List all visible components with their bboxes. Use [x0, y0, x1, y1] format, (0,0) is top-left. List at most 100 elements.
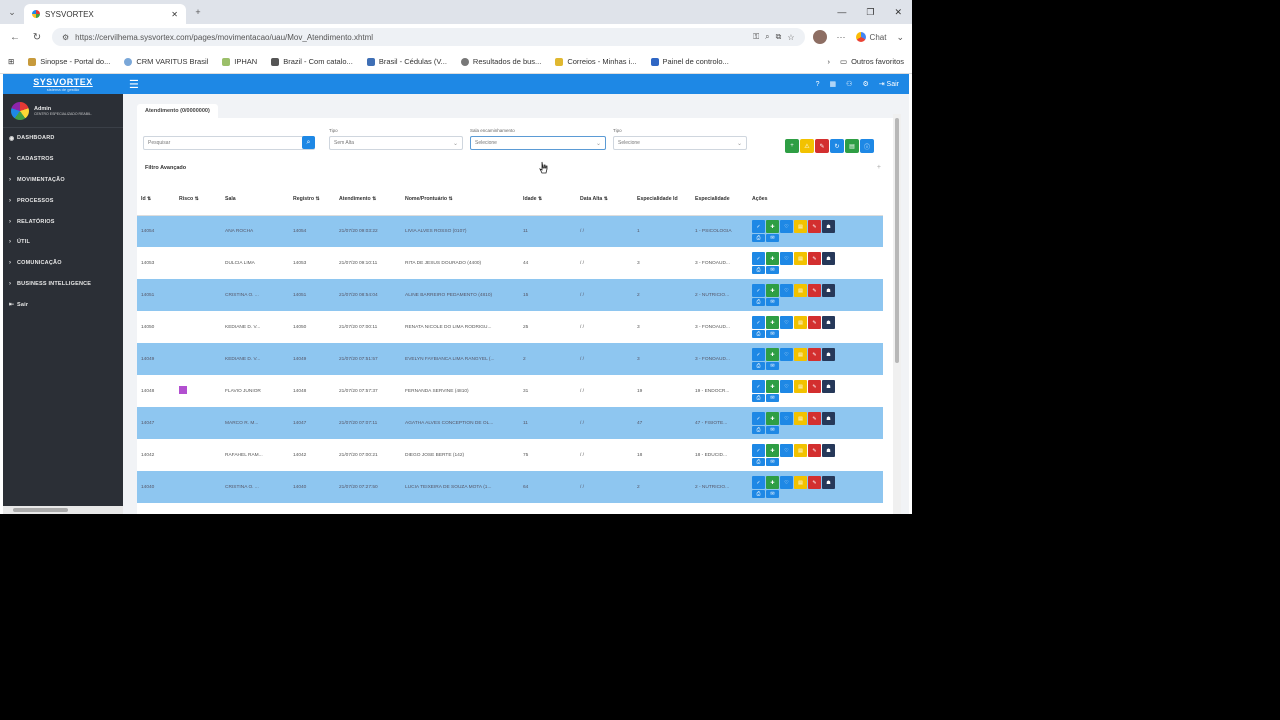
select-action-icon[interactable]: ✓	[752, 380, 765, 393]
column-header[interactable]: Id ⇅	[137, 183, 175, 216]
bookmark-item[interactable]: IPHAN	[222, 57, 257, 66]
select-action-icon[interactable]: ✓	[752, 412, 765, 425]
message-action-icon[interactable]: ✉	[766, 394, 779, 402]
sidebar-item-8[interactable]: ⇤ Sair	[3, 294, 123, 315]
user-action-icon[interactable]: ☗	[822, 284, 835, 297]
sidebar-item-2[interactable]: › MOVIMENTAÇÃO	[3, 170, 123, 191]
select-action-icon[interactable]: ✓	[752, 252, 765, 265]
page-tab[interactable]: Atendimento (0/0000000)	[137, 104, 218, 118]
chat-button[interactable]: Chat	[855, 32, 886, 42]
print-action-icon[interactable]: ⎙	[752, 234, 765, 243]
users-icon[interactable]: ⚇	[846, 80, 852, 88]
other-bookmarks[interactable]: ▭ Outros favoritos	[840, 57, 904, 66]
edit-action-icon[interactable]: ✎	[808, 348, 821, 361]
sidebar-item-6[interactable]: › COMUNICAÇÃO	[3, 253, 123, 274]
heart-action-icon[interactable]: ♡	[780, 284, 793, 297]
approve-action-icon[interactable]: ✚	[766, 252, 779, 265]
tab-list-icon[interactable]: ⌄	[0, 7, 24, 18]
column-header[interactable]: Risco ⇅	[175, 183, 221, 216]
table-row[interactable]: 14051 CRISTINA O. ... 14051 21/07/20 08:54:…	[137, 279, 883, 311]
user-action-icon[interactable]: ☗	[822, 476, 835, 489]
profile-avatar[interactable]	[812, 30, 827, 44]
logout-button[interactable]: ⇥ Sair	[879, 80, 899, 88]
heart-action-icon[interactable]: ♡	[780, 476, 793, 489]
print-action-icon[interactable]: ⎙	[752, 490, 765, 498]
folder-action-icon[interactable]: ▤	[794, 316, 807, 329]
heart-action-icon[interactable]: ♡	[780, 380, 793, 393]
bookmark-item[interactable]: Resultados de bus...	[460, 57, 541, 66]
search-field[interactable]: Pesquisar	[143, 136, 315, 150]
table-row[interactable]: 14050 KEDIANE D. V... 14050 21/07/20 07:00:…	[137, 311, 883, 343]
warning-button[interactable]: ⚠	[800, 139, 814, 153]
approve-action-icon[interactable]: ✚	[766, 476, 779, 489]
heart-action-icon[interactable]: ♡	[780, 316, 793, 329]
folder-action-icon[interactable]: ▤	[794, 252, 807, 265]
folder-action-icon[interactable]: ▤	[794, 348, 807, 361]
bookmark-item[interactable]: Painel de controlo...	[650, 57, 729, 66]
refresh-button[interactable]: ↻	[830, 139, 844, 153]
folder-action-icon[interactable]: ▤	[794, 444, 807, 457]
heart-action-icon[interactable]: ♡	[780, 220, 793, 234]
search-button[interactable]: ⌕	[302, 136, 315, 149]
folder-action-icon[interactable]: ▤	[794, 220, 807, 234]
scrollbar-thumb[interactable]	[895, 118, 899, 363]
add-button[interactable]: +	[785, 139, 799, 153]
print-action-icon[interactable]: ⎙	[752, 266, 765, 274]
column-header[interactable]: Idade ⇅	[519, 183, 576, 216]
search-page-icon[interactable]: ⌕	[765, 32, 769, 42]
heart-action-icon[interactable]: ♡	[780, 444, 793, 457]
table-row[interactable]: 14054 ANA ROCHA 14054 21/07/20 09:03:22 LIVI…	[137, 215, 883, 247]
column-header[interactable]: Especialidade Id	[633, 183, 691, 216]
bookmark-item[interactable]: Sinopse - Portal do...	[28, 57, 110, 66]
minimize-icon[interactable]: —	[837, 7, 846, 18]
column-header[interactable]: Especialidade	[691, 183, 748, 216]
print-action-icon[interactable]: ⎙	[752, 330, 765, 338]
bookmark-item[interactable]: Correios - Minhas i...	[555, 57, 637, 66]
omnibox[interactable]: ⚙ https://cervilhema.sysvortex.com/pages…	[52, 28, 805, 46]
message-action-icon[interactable]: ✉	[766, 426, 779, 434]
more-bookmarks-icon[interactable]: ›	[827, 57, 830, 66]
approve-action-icon[interactable]: ✚	[766, 444, 779, 457]
column-header[interactable]: Sala	[221, 183, 289, 216]
sala-select[interactable]: Sala encaminhamento Selecione ⌄	[470, 128, 606, 150]
more-dots-icon[interactable]: ···	[837, 32, 846, 42]
print-action-icon[interactable]: ⎙	[752, 394, 765, 402]
column-header[interactable]: Atendimento ⇅	[335, 183, 401, 216]
edit-action-icon[interactable]: ✎	[808, 412, 821, 425]
column-header[interactable]: Nome/Prontuário ⇅	[401, 183, 519, 216]
table-row[interactable]: 14049 KEDIANE D. V... 14049 21/07/20 07:51:…	[137, 343, 883, 375]
print-action-icon[interactable]: ⎙	[752, 458, 765, 466]
user-action-icon[interactable]: ☗	[822, 348, 835, 361]
approve-action-icon[interactable]: ✚	[766, 348, 779, 361]
edit-action-icon[interactable]: ✎	[808, 316, 821, 329]
export-button[interactable]: ▤	[845, 139, 859, 153]
bookmark-star-icon[interactable]: ☆	[787, 33, 794, 42]
edit-action-icon[interactable]: ✎	[808, 220, 821, 234]
edit-action-icon[interactable]: ✎	[808, 380, 821, 393]
edit-action-icon[interactable]: ✎	[808, 444, 821, 457]
folder-action-icon[interactable]: ▤	[794, 476, 807, 489]
user-action-icon[interactable]: ☗	[822, 444, 835, 457]
table-row[interactable]: 14047 MARCO R. M... 14047 21/07/20 07:07:11…	[137, 407, 883, 439]
horizontal-scrollbar[interactable]	[3, 506, 123, 514]
message-action-icon[interactable]: ✉	[766, 490, 779, 498]
select-action-icon[interactable]: ✓	[752, 220, 765, 234]
heart-action-icon[interactable]: ♡	[780, 348, 793, 361]
expand-filter-icon[interactable]: +	[877, 164, 881, 171]
help-icon[interactable]: ?	[816, 81, 820, 88]
tipo-select[interactable]: Tipo Sem Alta ⌄	[329, 128, 463, 150]
chevron-down-icon[interactable]: ⌄	[896, 32, 904, 43]
maximize-icon[interactable]: ❐	[866, 7, 874, 18]
select-action-icon[interactable]: ✓	[752, 444, 765, 457]
print-action-icon[interactable]: ⎙	[752, 298, 765, 306]
table-row[interactable]: 14040 CRISTINA O. ... 14040 21/07/20 07:27:…	[137, 471, 883, 503]
message-action-icon[interactable]: ✉	[766, 362, 779, 370]
scrollbar-thumb[interactable]	[13, 508, 68, 512]
app-logo[interactable]: SYSVORTEX sistema de gestão	[3, 74, 123, 94]
folder-action-icon[interactable]: ▤	[794, 380, 807, 393]
select-action-icon[interactable]: ✓	[752, 284, 765, 297]
sidebar-item-4[interactable]: › RELATÓRIOS	[3, 211, 123, 232]
user-action-icon[interactable]: ☗	[822, 316, 835, 329]
sidebar-item-1[interactable]: › CADASTROS	[3, 149, 123, 170]
sidebar-item-0[interactable]: ◉ DASHBOARD	[3, 128, 123, 149]
